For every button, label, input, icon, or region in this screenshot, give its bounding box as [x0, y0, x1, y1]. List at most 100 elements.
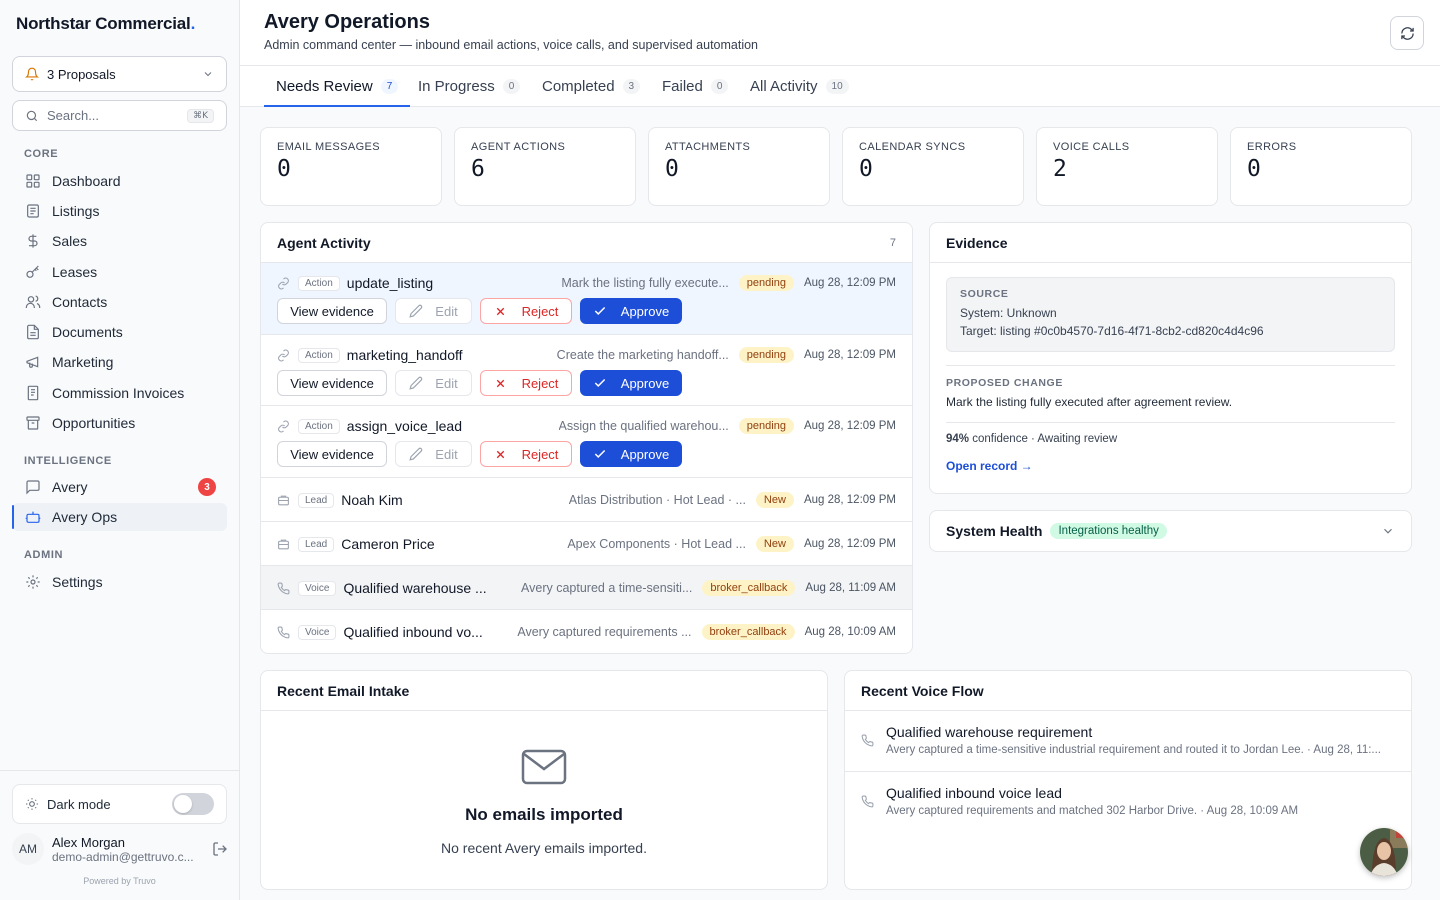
source-label: SOURCE	[960, 288, 1009, 300]
tab-in-progress[interactable]: In Progress 0	[418, 66, 521, 106]
panel-title: Recent Voice Flow	[861, 682, 984, 699]
close-icon	[496, 307, 504, 315]
stat-value: 0	[1247, 156, 1261, 182]
sidebar-item-avery[interactable]: Avery 3	[12, 473, 227, 501]
row-timestamp: Aug 28, 12:09 PM	[803, 538, 896, 550]
sidebar-item-avery-ops[interactable]: Avery Ops	[12, 503, 227, 531]
sidebar-item-label: Sales	[52, 233, 88, 249]
tab-label: Completed	[542, 77, 615, 95]
tab-count: 0	[710, 78, 729, 94]
refresh-button[interactable]	[1390, 16, 1424, 50]
sidebar: Northstar Commercial. 3 Proposals Search…	[0, 0, 240, 900]
user-profile[interactable]: AM Alex Morgan demo-admin@gettruvo.c...	[12, 832, 228, 866]
brand-logo[interactable]: Northstar Commercial.	[16, 14, 195, 34]
reject-button[interactable]: Reject	[480, 298, 572, 324]
empty-state-text: No recent Avery emails imported.	[441, 840, 647, 856]
sidebar-item-dashboard[interactable]: Dashboard	[12, 167, 227, 195]
search-input[interactable]: Search... ⌘K	[12, 100, 227, 131]
approve-button[interactable]: Approve	[580, 298, 682, 324]
row-description: Apex Components · Hot Lead ...	[567, 537, 746, 551]
tab-all-activity[interactable]: All Activity 10	[750, 66, 849, 106]
link-icon	[277, 349, 291, 362]
stat-label: ATTACHMENTS	[665, 141, 751, 153]
dark-mode-toggle[interactable]	[172, 793, 214, 815]
stat-label: CALENDAR SYNCS	[859, 141, 966, 153]
tab-count: 7	[380, 78, 399, 94]
sidebar-item-label: Contacts	[52, 294, 108, 310]
chevron-down-icon	[1381, 524, 1395, 538]
source-system: System: Unknown	[960, 306, 1057, 320]
tab-label: In Progress	[418, 77, 495, 95]
approve-button[interactable]: Approve	[580, 370, 682, 396]
view-evidence-button[interactable]: View evidence	[277, 298, 387, 324]
stat-value: 2	[1053, 156, 1067, 182]
activity-row-voice[interactable]: Voice Qualified inbound vo... Avery capt…	[261, 610, 912, 653]
status-badge: pending	[738, 347, 794, 363]
system-health-panel[interactable]: System Health Integrations healthy	[929, 510, 1412, 552]
row-title: marketing_handoff	[346, 347, 463, 363]
evidence-source-box: SOURCE System: Unknown Target: listing #…	[946, 277, 1395, 352]
sidebar-item-settings[interactable]: Settings	[12, 568, 227, 596]
activity-row-action[interactable]: Action marketing_handoff Create the mark…	[261, 335, 912, 406]
approve-button[interactable]: Approve	[580, 441, 682, 467]
edit-button[interactable]: Edit	[395, 298, 472, 324]
search-placeholder: Search...	[47, 108, 100, 123]
edit-button[interactable]: Edit	[395, 370, 472, 396]
open-record-link[interactable]: Open record →	[946, 459, 1033, 473]
sun-icon	[25, 797, 39, 811]
sidebar-item-commission-invoices[interactable]: Commission Invoices	[12, 379, 227, 407]
sidebar-item-listings[interactable]: Listings	[12, 197, 227, 225]
proposals-dropdown[interactable]: 3 Proposals	[12, 56, 227, 92]
assistant-avatar-button[interactable]	[1360, 828, 1408, 876]
bot-icon	[25, 509, 41, 525]
activity-row-action[interactable]: Action update_listing Mark the listing f…	[261, 263, 912, 335]
sidebar-item-contacts[interactable]: Contacts	[12, 288, 227, 316]
confidence-status: confidence · Awaiting review	[969, 433, 1118, 445]
tab-count: 0	[502, 78, 521, 94]
panel-header: Recent Voice Flow	[845, 671, 1411, 711]
empty-state-title: No emails imported	[465, 805, 623, 824]
activity-row-lead[interactable]: Lead Noah Kim Atlas Distribution · Hot L…	[261, 478, 912, 522]
sidebar-item-documents[interactable]: Documents	[12, 318, 227, 346]
agent-activity-panel: Agent Activity 7 Action update_listing M…	[260, 222, 913, 654]
sidebar-item-marketing[interactable]: Marketing	[12, 348, 227, 376]
reject-button[interactable]: Reject	[480, 370, 572, 396]
recent-voice-flow-panel: Recent Voice Flow Qualified warehouse re…	[844, 670, 1412, 890]
source-target: Target: listing #0c0b4570-7d16-4f71-8cb2…	[960, 324, 1264, 338]
page-subtitle: Admin command center — inbound email act…	[264, 38, 759, 52]
logout-icon[interactable]	[212, 841, 228, 857]
stat-card-errors: ERRORS 0	[1230, 127, 1412, 206]
row-title: update_listing	[346, 275, 434, 291]
pencil-icon	[409, 447, 423, 461]
voice-item-title: Qualified inbound voice lead	[886, 785, 1062, 801]
tab-completed[interactable]: Completed 3	[542, 66, 641, 106]
row-title: assign_voice_lead	[346, 418, 462, 434]
stat-value: 0	[665, 156, 679, 182]
panel-header: Recent Email Intake	[261, 671, 827, 711]
view-evidence-button[interactable]: View evidence	[277, 370, 387, 396]
sidebar-item-opportunities[interactable]: Opportunities	[12, 409, 227, 437]
row-description: Create the marketing handoff...	[556, 348, 729, 362]
view-evidence-button[interactable]: View evidence	[277, 441, 387, 467]
proposals-label: 3 Proposals	[47, 66, 116, 82]
activity-row-voice[interactable]: Voice Qualified warehouse ... Avery capt…	[261, 566, 912, 610]
voice-flow-item[interactable]: Qualified warehouse requirement Avery ca…	[845, 711, 1411, 772]
activity-row-action[interactable]: Action assign_voice_lead Assign the qual…	[261, 406, 912, 478]
close-icon	[496, 379, 504, 387]
reject-button[interactable]: Reject	[480, 441, 572, 467]
tab-failed[interactable]: Failed 0	[662, 66, 729, 106]
inbox-icon	[277, 494, 291, 507]
edit-button[interactable]: Edit	[395, 441, 472, 467]
inbox-icon	[277, 538, 291, 551]
row-title: Noah Kim	[341, 492, 403, 508]
tab-needs-review[interactable]: Needs Review 7	[263, 66, 411, 107]
stat-value: 6	[471, 156, 485, 182]
tab-count: 3	[622, 78, 641, 94]
tab-label: All Activity	[750, 77, 818, 95]
sidebar-item-leases[interactable]: Leases	[12, 258, 227, 286]
activity-row-lead[interactable]: Lead Cameron Price Apex Components · Hot…	[261, 522, 912, 566]
sidebar-item-sales[interactable]: Sales	[12, 227, 227, 255]
row-title: Qualified inbound vo...	[343, 624, 483, 640]
voice-flow-item[interactable]: Qualified inbound voice lead Avery captu…	[845, 772, 1411, 833]
voice-item-description: Avery captured requirements and matched …	[886, 805, 1299, 817]
